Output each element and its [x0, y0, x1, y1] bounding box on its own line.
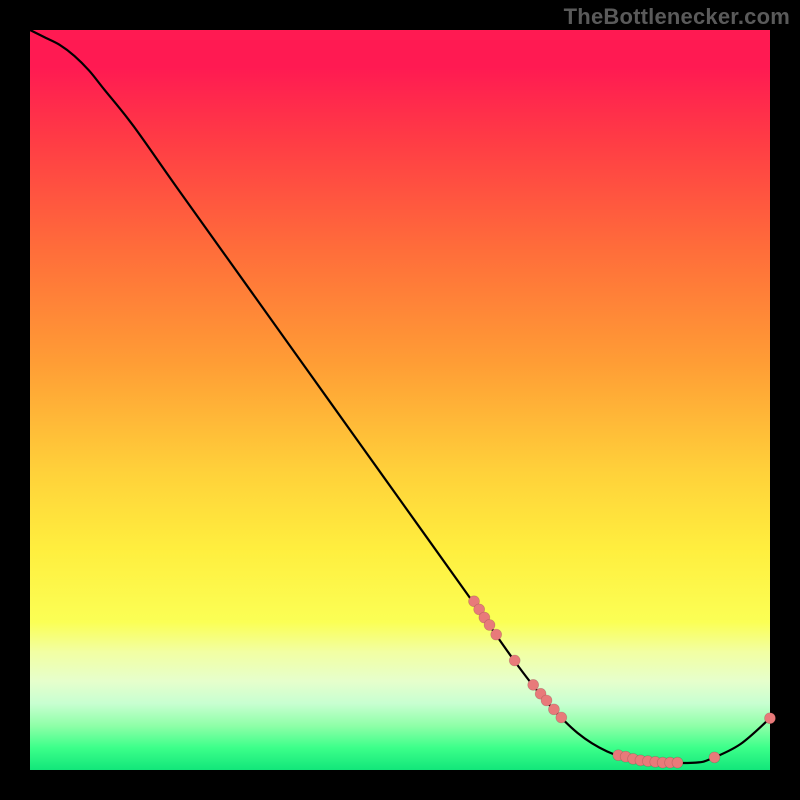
data-point	[541, 695, 552, 706]
data-point	[556, 712, 567, 723]
data-point	[765, 713, 776, 724]
data-point	[709, 752, 720, 763]
data-point	[491, 629, 502, 640]
chart-stage: TheBottlenecker.com	[0, 0, 800, 800]
data-point	[484, 619, 495, 630]
data-point	[672, 757, 683, 768]
curve-svg	[30, 30, 770, 770]
data-points	[469, 596, 776, 768]
watermark-text: TheBottlenecker.com	[564, 4, 790, 30]
plot-area	[30, 30, 770, 770]
data-point	[528, 679, 539, 690]
bottleneck-curve	[30, 30, 770, 763]
data-point	[509, 655, 520, 666]
